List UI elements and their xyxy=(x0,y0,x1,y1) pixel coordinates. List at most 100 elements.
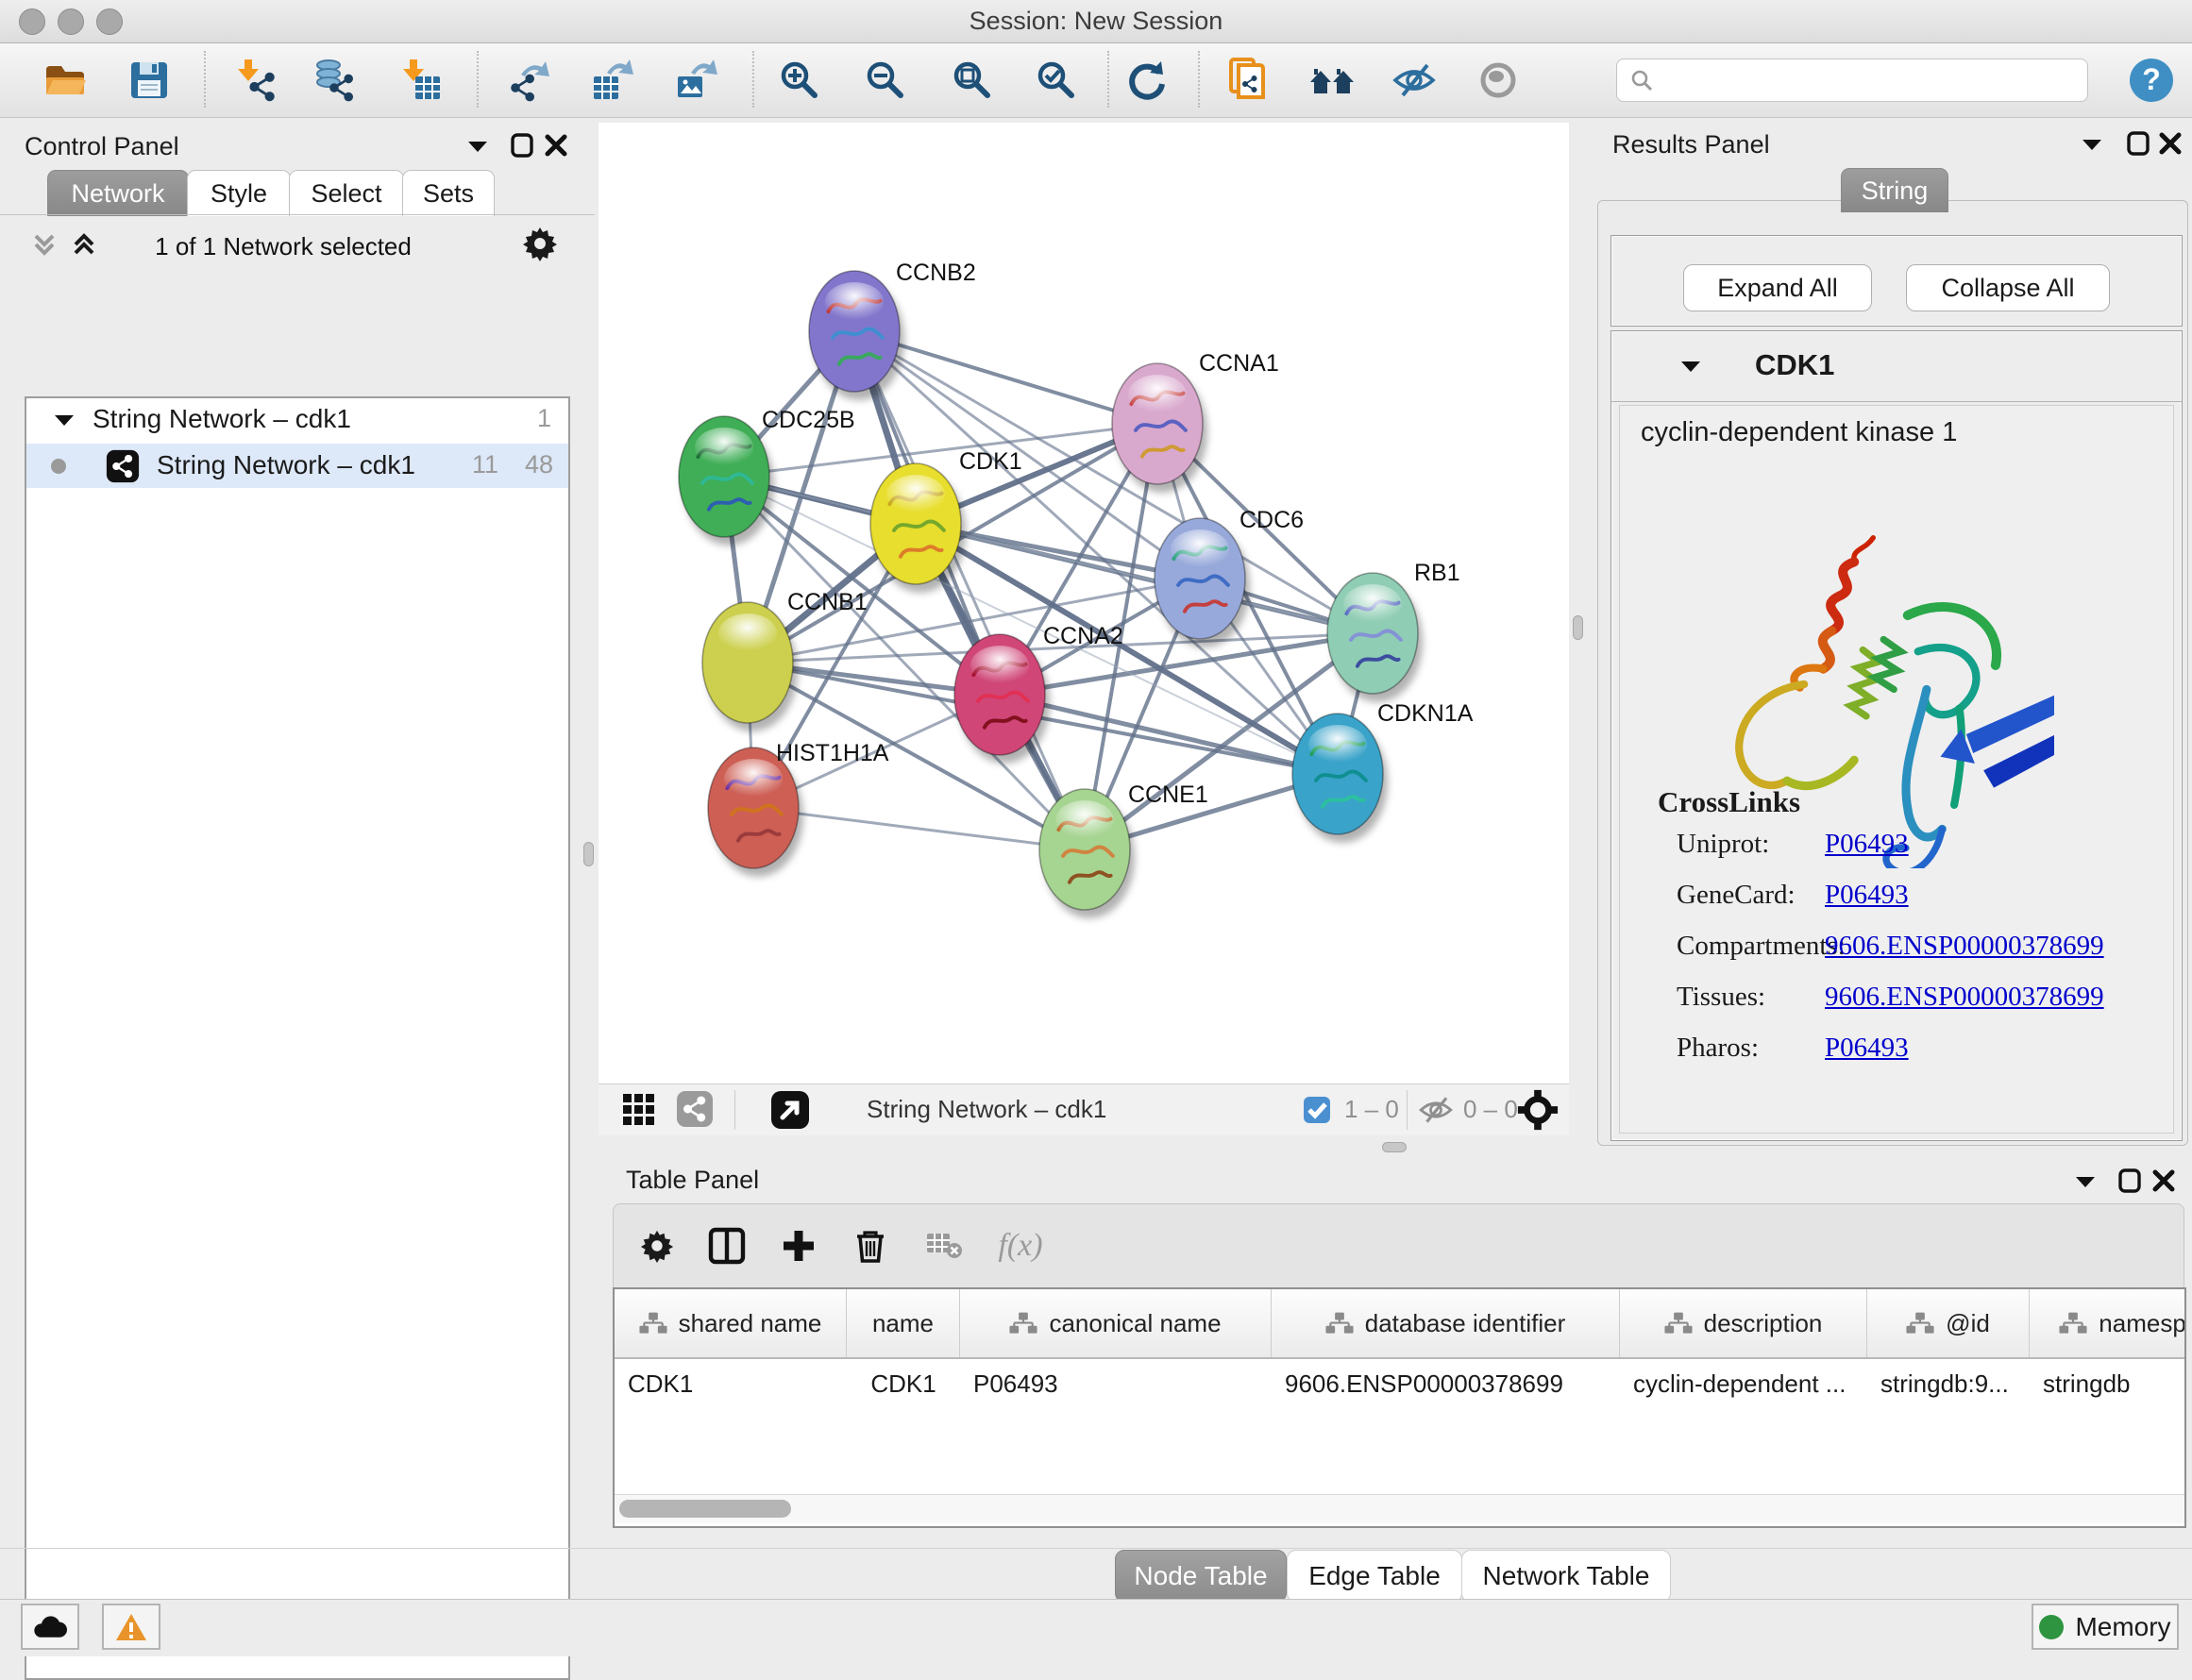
tab-string[interactable]: String xyxy=(1841,168,1948,212)
help-icon[interactable]: ? xyxy=(2128,57,2175,104)
save-session-icon[interactable] xyxy=(126,57,173,104)
node-CCNA1[interactable] xyxy=(1112,363,1207,493)
export-table-icon[interactable] xyxy=(589,57,636,104)
collection-expand-icon xyxy=(53,412,76,428)
open-in-window-icon[interactable] xyxy=(770,1090,810,1130)
column-header-shared-name[interactable]: shared name xyxy=(615,1289,847,1357)
node-CDC6[interactable] xyxy=(1155,518,1250,647)
toolbar-separator xyxy=(1107,51,1109,108)
table-row[interactable]: CDK1CDK1P064939606.ENSP00000378699cyclin… xyxy=(615,1359,2186,1408)
table-settings-gear-icon[interactable] xyxy=(634,1223,680,1268)
selected-count: 1 – 0 xyxy=(1344,1095,1399,1124)
collapse-all-button[interactable]: Collapse All xyxy=(1906,264,2110,311)
network-column-icon xyxy=(1906,1312,1934,1336)
results-panel-float-icon[interactable] xyxy=(2081,136,2103,153)
table-panel-undock-icon[interactable] xyxy=(2117,1168,2142,1194)
clone-network-icon[interactable] xyxy=(1224,57,1272,104)
cloud-button[interactable] xyxy=(21,1604,79,1650)
results-panel-close-icon[interactable] xyxy=(2158,130,2183,157)
cell-canonical-name[interactable]: P06493 xyxy=(960,1359,1272,1408)
tab-sets[interactable]: Sets xyxy=(402,170,495,216)
hidden-eye-slash-icon[interactable] xyxy=(1418,1092,1454,1128)
open-session-icon[interactable] xyxy=(41,57,88,104)
cell-description[interactable]: cyclin-dependent ... xyxy=(1620,1359,1867,1408)
column-header-namespace[interactable]: namespace xyxy=(2030,1289,2186,1357)
tab-edge-table[interactable]: Edge Table xyxy=(1287,1550,1462,1603)
edge-CCNA2-CDKN1A[interactable] xyxy=(1000,695,1338,774)
gene-section-header[interactable]: CDK1 xyxy=(1611,331,2182,402)
tab-style[interactable]: Style xyxy=(187,170,291,216)
column-header--id[interactable]: @id xyxy=(1867,1289,2030,1357)
search-input[interactable] xyxy=(1666,61,2076,97)
crosslink-link[interactable]: P06493 xyxy=(1825,829,1909,859)
network-row-selected[interactable]: String Network – cdk1 11 48 xyxy=(26,444,568,488)
tab-select[interactable]: Select xyxy=(289,170,404,216)
show-panels-icon[interactable] xyxy=(1475,57,1522,104)
network-share-icon[interactable] xyxy=(676,1090,714,1128)
node-CCNA2[interactable] xyxy=(954,634,1050,764)
cloud-icon xyxy=(33,1615,67,1639)
table-panel-close-icon[interactable] xyxy=(2151,1168,2176,1194)
crosslink-row: Compartments:9606.ENSP00000378699 xyxy=(1677,931,2104,982)
bottom-splitter-handle[interactable] xyxy=(1382,1142,1407,1152)
node-CDKN1A[interactable] xyxy=(1292,714,1388,843)
edge-CCNB2-CCNE1[interactable] xyxy=(854,331,1085,849)
cell-name[interactable]: CDK1 xyxy=(847,1359,960,1408)
show-columns-icon[interactable] xyxy=(704,1223,750,1268)
refresh-icon[interactable] xyxy=(1122,57,1170,104)
export-image-icon[interactable] xyxy=(673,57,720,104)
selected-nodes-checkbox[interactable] xyxy=(1303,1096,1331,1124)
hidden-count: 0 – 0 xyxy=(1463,1095,1518,1124)
import-network-from-database-icon[interactable] xyxy=(311,57,358,104)
control-panel-undock-icon[interactable] xyxy=(510,132,534,159)
network-collection-row[interactable]: String Network – cdk1 1 xyxy=(26,398,568,443)
control-panel-float-icon[interactable] xyxy=(466,138,489,155)
tab-network-table[interactable]: Network Table xyxy=(1461,1550,1671,1603)
table-hscrollbar[interactable] xyxy=(615,1494,2184,1523)
node-HIST1H1A[interactable] xyxy=(708,748,803,877)
cell-namespace[interactable]: stringdb xyxy=(2030,1359,2186,1408)
network-options-gear-icon[interactable] xyxy=(521,225,559,262)
column-header-database-identifier[interactable]: database identifier xyxy=(1272,1289,1620,1357)
crosslink-link[interactable]: 9606.ENSP00000378699 xyxy=(1825,982,2104,1012)
cell-database-identifier[interactable]: 9606.ENSP00000378699 xyxy=(1272,1359,1620,1408)
zoom-selected-icon[interactable] xyxy=(1033,57,1080,104)
hide-panels-icon[interactable] xyxy=(1391,57,1438,104)
node-CDK1[interactable] xyxy=(870,463,966,593)
crosslink-row: Uniprot:P06493 xyxy=(1677,829,1909,880)
import-network-icon[interactable] xyxy=(232,57,279,104)
crosslink-link[interactable]: P06493 xyxy=(1825,880,1909,910)
create-column-icon[interactable] xyxy=(776,1223,821,1268)
home-icon[interactable] xyxy=(1308,57,1356,104)
zoom-out-icon[interactable] xyxy=(862,57,909,104)
grid-view-icon[interactable] xyxy=(621,1092,657,1128)
export-network-icon[interactable] xyxy=(505,57,552,104)
control-panel-close-icon[interactable] xyxy=(544,132,568,159)
network-canvas[interactable]: CCNB2CCNA1CDC25BCDK1CDC6RB1CCNB1CCNA2CDK… xyxy=(599,123,1569,1084)
node-RB1[interactable] xyxy=(1327,573,1423,702)
birdseye-crosshair-icon[interactable] xyxy=(1516,1088,1560,1132)
memory-button[interactable]: Memory xyxy=(2032,1604,2179,1650)
zoom-fit-icon[interactable] xyxy=(949,57,996,104)
node-CCNE1[interactable] xyxy=(1039,789,1135,918)
node-CCNB2[interactable] xyxy=(809,271,904,400)
tab-node-table[interactable]: Node Table xyxy=(1115,1550,1287,1603)
warning-button[interactable] xyxy=(102,1604,160,1650)
tab-network[interactable]: Network xyxy=(47,170,189,216)
expand-all-button[interactable]: Expand All xyxy=(1683,264,1872,311)
import-table-icon[interactable] xyxy=(397,57,445,104)
column-header-canonical-name[interactable]: canonical name xyxy=(960,1289,1272,1357)
cell--id[interactable]: stringdb:9... xyxy=(1867,1359,2030,1408)
divider xyxy=(1407,1090,1408,1130)
table-panel-float-icon[interactable] xyxy=(2074,1173,2097,1190)
delete-column-icon[interactable] xyxy=(848,1223,893,1268)
cell-shared-name[interactable]: CDK1 xyxy=(615,1359,847,1408)
crosslink-link[interactable]: P06493 xyxy=(1825,1033,1909,1063)
node-CCNB1[interactable] xyxy=(702,602,798,731)
left-splitter-handle[interactable] xyxy=(583,842,594,866)
column-header-description[interactable]: description xyxy=(1620,1289,1867,1357)
zoom-in-icon[interactable] xyxy=(776,57,823,104)
crosslink-link[interactable]: 9606.ENSP00000378699 xyxy=(1825,931,2104,961)
column-header-name[interactable]: name xyxy=(847,1289,960,1357)
results-panel-undock-icon[interactable] xyxy=(2126,130,2150,157)
